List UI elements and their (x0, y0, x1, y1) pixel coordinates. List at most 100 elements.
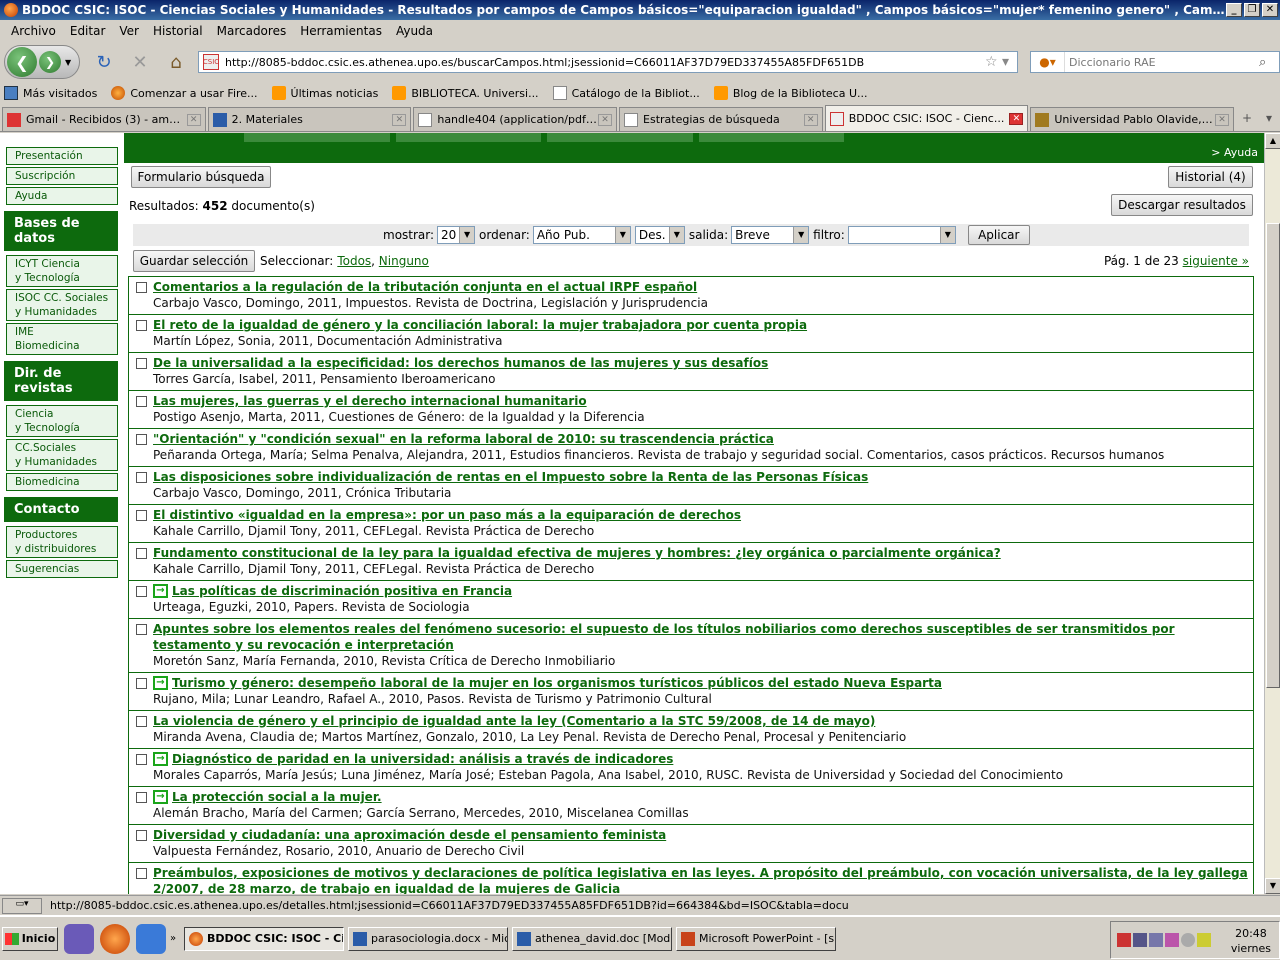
tab-handle404[interactable]: handle404 (application/pdf O... ✕ (413, 107, 618, 131)
home-icon[interactable]: ⌂ (164, 50, 188, 74)
select-none-link[interactable]: Ninguno (379, 254, 429, 268)
taskbar-word-athenea[interactable]: athenea_david.doc [Mod... (512, 926, 672, 951)
order-select[interactable]: Año Pub. ▼ (532, 226, 631, 244)
close-window-button[interactable]: ✕ (1262, 3, 1278, 17)
taskbar-word-parasociologia[interactable]: parasociologia.docx - Mic... (348, 926, 508, 951)
taskbar-firefox[interactable]: BDDOC CSIC: ISOC - Ci... (184, 926, 344, 951)
history-dropdown-icon[interactable]: ▼ (65, 58, 71, 67)
save-selection-button[interactable]: Guardar selección (133, 250, 255, 272)
back-button-icon[interactable]: ❮ (7, 47, 37, 77)
result-title-link[interactable]: La protección social a la mujer. (172, 789, 382, 805)
result-checkbox[interactable] (136, 868, 147, 879)
result-checkbox[interactable] (136, 830, 147, 841)
menu-editar[interactable]: Editar (63, 24, 113, 38)
full-text-link-icon[interactable]: → (153, 752, 168, 766)
search-bar[interactable]: ●▾ Diccionario RAE ⌕ (1030, 51, 1280, 73)
start-button[interactable]: Inicio (2, 926, 58, 951)
reload-icon[interactable]: ↻ (92, 50, 116, 74)
apply-button[interactable]: Aplicar (967, 225, 1030, 245)
result-checkbox[interactable] (136, 754, 147, 765)
tab-upo[interactable]: Universidad Pablo Olavide, de... ✕ (1030, 107, 1235, 131)
update-icon[interactable] (1181, 933, 1195, 947)
result-checkbox[interactable] (136, 320, 147, 331)
ie-quicklaunch-icon[interactable] (136, 923, 166, 954)
close-tab-icon[interactable]: ✕ (1009, 112, 1024, 125)
result-title-link[interactable]: Diagnóstico de paridad en la universidad… (172, 751, 673, 767)
search-input[interactable]: Diccionario RAE (1065, 56, 1259, 69)
bookmark-star-icon[interactable]: ☆ ▾ (977, 54, 1017, 70)
tab-gmail[interactable]: Gmail - Recibidos (3) - amdelv... ✕ (2, 107, 206, 131)
sidebar-item-rev-ciencia[interactable]: Ciencia y Tecnología (6, 405, 118, 437)
select-all-link[interactable]: Todos (337, 254, 371, 268)
result-checkbox[interactable] (136, 396, 147, 407)
search-form-button[interactable]: Formulario búsqueda (131, 166, 271, 188)
full-text-link-icon[interactable]: → (153, 676, 168, 690)
menu-historial[interactable]: Historial (146, 24, 210, 38)
show-select[interactable]: 20 ▼ (437, 226, 476, 244)
result-title-link[interactable]: El reto de la igualdad de género y la co… (153, 317, 807, 333)
network-icon[interactable] (1133, 933, 1147, 947)
next-page-link[interactable]: siguiente » (1183, 254, 1249, 268)
bookmark-ultimas-noticias[interactable]: Últimas noticias (271, 86, 378, 100)
bookmark-catalogo[interactable]: Catálogo de la Bibliot... (552, 86, 700, 100)
close-tab-icon[interactable]: ✕ (803, 113, 818, 126)
search-engine-icon[interactable]: ●▾ (1031, 52, 1065, 72)
url-text[interactable]: http://8085-bddoc.csic.es.athenea.upo.es… (225, 56, 977, 69)
full-text-link-icon[interactable]: → (153, 584, 168, 598)
sidebar-item-rev-sociales[interactable]: CC.Sociales y Humanidades (6, 439, 118, 471)
close-tab-icon[interactable]: ✕ (186, 113, 201, 126)
output-select[interactable]: Breve ▼ (731, 226, 810, 244)
sidebar-item-suscripcion[interactable]: Suscripción (6, 167, 118, 185)
filter-select[interactable]: ▼ (847, 226, 956, 244)
sidebar-item-presentacion[interactable]: Presentación (6, 147, 118, 165)
sidebar-item-icyt[interactable]: ICYT Ciencia y Tecnología (6, 255, 118, 287)
stop-icon[interactable]: ✕ (128, 50, 152, 74)
close-tab-icon[interactable]: ✕ (1215, 113, 1230, 126)
result-title-link[interactable]: Las mujeres, las guerras y el derecho in… (153, 393, 587, 409)
result-title-link[interactable]: Las políticas de discriminación positiva… (172, 583, 512, 599)
antivirus-icon[interactable] (1117, 933, 1131, 947)
quicklaunch-more-icon[interactable]: » (170, 933, 180, 944)
sidebar-item-productores[interactable]: Productores y distribuidores (6, 526, 118, 558)
sidebar-item-isoc[interactable]: ISOC CC. Sociales y Humanidades (6, 289, 118, 321)
result-title-link[interactable]: Turismo y género: desempeño laboral de l… (172, 675, 942, 691)
tab-estrategias[interactable]: Estrategias de búsqueda ✕ (619, 107, 823, 131)
maximize-button[interactable]: ❐ (1244, 3, 1260, 17)
bookmark-biblioteca[interactable]: BIBLIOTECA. Universi... (392, 86, 539, 100)
result-checkbox[interactable] (136, 792, 147, 803)
history-button[interactable]: Historial (4) (1168, 166, 1253, 188)
tab-list-icon[interactable]: ▾ (1258, 107, 1280, 131)
search-icon[interactable]: ⌕ (1259, 55, 1279, 70)
result-title-link[interactable]: Las disposiciones sobre individualizació… (153, 469, 868, 485)
result-checkbox[interactable] (136, 472, 147, 483)
menu-archivo[interactable]: Archivo (4, 24, 63, 38)
result-title-link[interactable]: Fundamento constitucional de la ley para… (153, 545, 1001, 561)
tab-bddoc[interactable]: BDDOC CSIC: ISOC - Cienc... ✕ (824, 105, 1029, 131)
sidebar-item-ime[interactable]: IME Biomedicina (6, 323, 118, 355)
url-bar[interactable]: CSIC http://8085-bddoc.csic.es.athenea.u… (198, 51, 1018, 73)
result-title-link[interactable]: La violencia de género y el principio de… (153, 713, 875, 729)
sidebar-item-ayuda[interactable]: Ayuda (6, 187, 118, 205)
result-title-link[interactable]: El distintivo «igualdad en la empresa»: … (153, 507, 741, 523)
help-link[interactable]: > Ayuda (1211, 146, 1258, 159)
messenger-quicklaunch-icon[interactable] (64, 923, 94, 954)
close-tab-icon[interactable]: ✕ (392, 113, 407, 126)
usb-icon[interactable] (1197, 933, 1211, 947)
messenger-tray-icon[interactable] (1165, 933, 1179, 947)
taskbar-powerpoint[interactable]: Microsoft PowerPoint - [s... (676, 926, 836, 951)
result-checkbox[interactable] (136, 624, 147, 635)
result-title-link[interactable]: Comentarios a la regulación de la tribut… (153, 279, 697, 295)
result-checkbox[interactable] (136, 716, 147, 727)
direction-select[interactable]: Des. ▼ (634, 226, 685, 244)
tab-materiales[interactable]: 2. Materiales ✕ (207, 107, 412, 131)
result-checkbox[interactable] (136, 510, 147, 521)
result-title-link[interactable]: Preámbulos, exposiciones de motivos y de… (153, 865, 1249, 894)
menu-ver[interactable]: Ver (112, 24, 146, 38)
new-tab-icon[interactable]: + (1236, 107, 1258, 131)
menu-ayuda[interactable]: Ayuda (389, 24, 440, 38)
vertical-scrollbar[interactable]: ▲ ▼ (1264, 133, 1280, 894)
result-checkbox[interactable] (136, 586, 147, 597)
result-title-link[interactable]: De la universalidad a la especificidad: … (153, 355, 768, 371)
sidebar-item-sugerencias[interactable]: Sugerencias (6, 560, 118, 578)
result-checkbox[interactable] (136, 434, 147, 445)
